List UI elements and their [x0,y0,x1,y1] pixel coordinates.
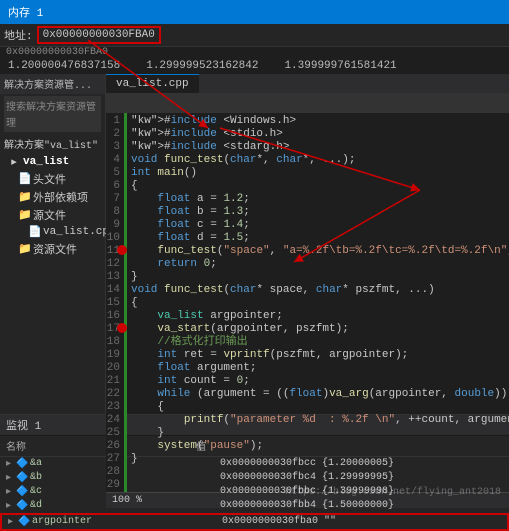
editor-tabbar: va_list.cpp [106,74,509,93]
tree-icon: 📄 [28,225,40,239]
code-text[interactable]: "kw">#include <Windows.h>"kw">#include <… [127,113,509,492]
tree-label: 外部依赖项 [33,189,88,205]
tree-label: va_list [23,156,69,168]
expand-icon[interactable]: ▸ [6,486,16,498]
tree-item[interactable]: 📁源文件 [6,206,105,224]
expand-icon[interactable]: ▸ [6,500,16,512]
tree-item[interactable]: 📁外部依赖项 [6,188,105,206]
solution-explorer: 解决方案资源管... 搜索解决方案资源管理 解决方案"va_list" ▸va_… [0,74,106,414]
solution-node[interactable]: 解决方案"va_list" [0,134,105,154]
line-gutter: 1234567891011121314151617181920212223242… [106,113,124,492]
var-icon: 🔷 [16,500,30,512]
mem-val: 1.200000476837158 [8,60,120,72]
expand-icon[interactable]: ▸ [8,516,18,528]
memory-address-echo: 0x00000000030FBA0 [0,47,509,58]
tree-label: 源文件 [33,207,66,223]
tree-label: 头文件 [33,171,66,187]
tree-icon: 📄 [18,172,30,186]
scope-bar[interactable]: (全局范围) [106,93,509,113]
tree-icon: 📁 [18,190,30,204]
memory-window-title: 内存 1 [0,0,509,24]
watch-row[interactable]: ▸🔷&d0x0000000030fbb4 {1.50000000} [0,499,509,513]
mem-val: 1.299999523162842 [146,60,258,72]
code-area[interactable]: 1234567891011121314151617181920212223242… [106,113,509,492]
tree-label: 资源文件 [33,241,77,257]
mem-val: 1.399999761581421 [284,60,396,72]
expand-icon[interactable]: ▸ [6,458,16,470]
var-icon: 🔷 [16,486,30,498]
var-icon: 🔷 [16,458,30,470]
editor-pane: va_list.cpp (全局范围) 123456789101112131415… [106,74,509,414]
file-tab[interactable]: va_list.cpp [106,74,199,93]
watch-row[interactable]: ▸🔷argpointer0x0000000030fba0 "" [0,513,509,531]
tree-item[interactable]: 📄va_list.cpp [6,224,105,240]
search-input[interactable]: 搜索解决方案资源管理 [4,96,101,132]
sidebar-tab[interactable]: 解决方案资源管... [0,74,105,94]
expand-icon[interactable]: ▸ [6,472,16,484]
tree-icon: ▸ [8,155,20,169]
watermark: https://blog.csdn.net/flying_ant2018 [285,487,501,498]
tree-item[interactable]: 📁资源文件 [6,240,105,258]
tree-icon: 📁 [18,242,30,256]
tree-item[interactable]: 📄头文件 [6,170,105,188]
var-icon: 🔷 [16,472,30,484]
breakpoint-icon[interactable] [117,245,127,255]
address-label: 地址: [4,27,33,43]
memory-values-row: 1.200000476837158 1.299999523162842 1.39… [0,58,509,74]
var-icon: 🔷 [18,516,32,528]
tree-icon: 📁 [18,208,30,222]
breakpoint-icon[interactable] [117,323,127,333]
tree-label: va_list.cpp [43,226,116,238]
tree-item[interactable]: ▸va_list [6,154,105,170]
address-row: 地址: 0x00000000030FBA0 [0,24,509,47]
address-value[interactable]: 0x00000000030FBA0 [37,26,161,44]
